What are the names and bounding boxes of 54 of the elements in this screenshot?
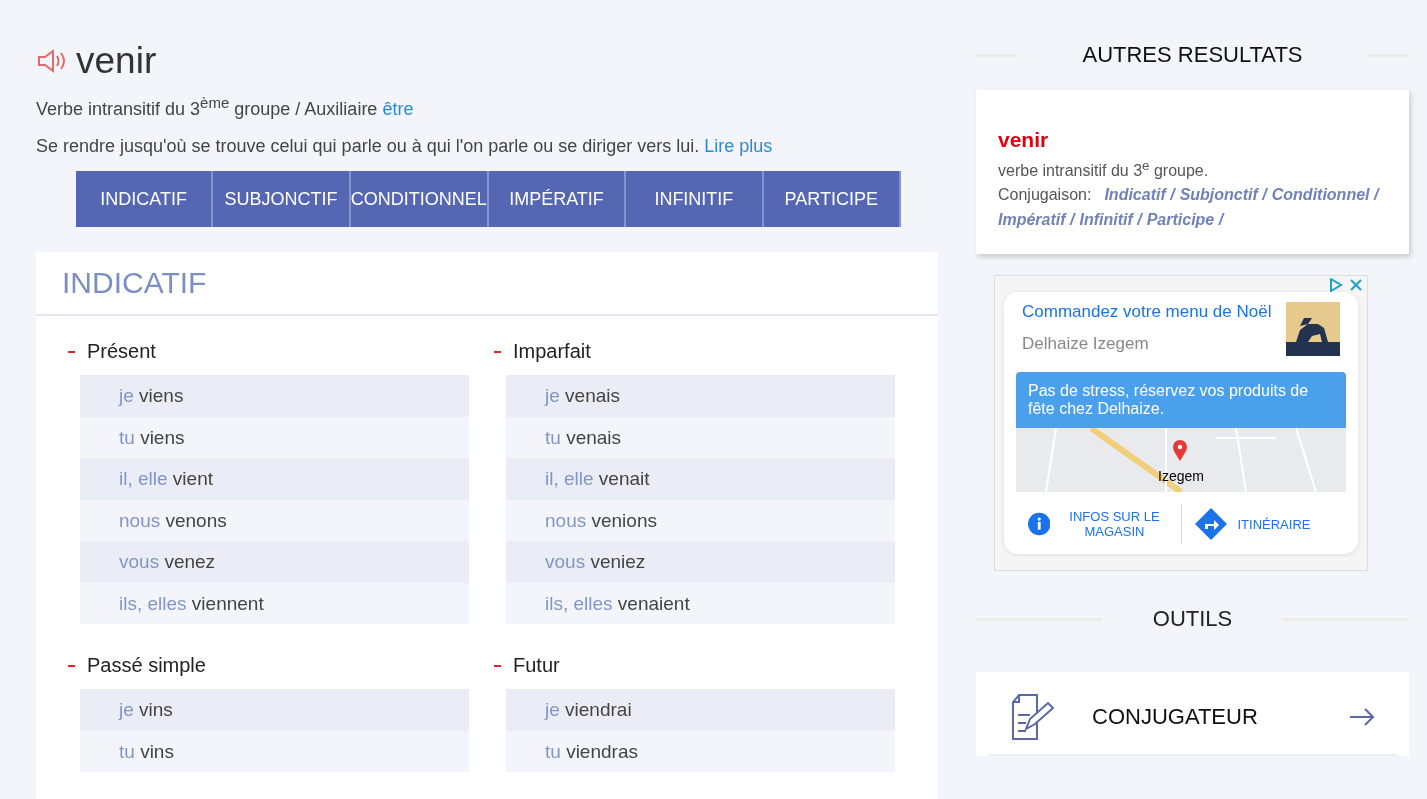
conjugation-row: tu viendras: [506, 730, 895, 772]
conjugation-row: il, elle venait: [506, 458, 895, 500]
dash-marker: [68, 350, 75, 353]
section-heading: OUTILS: [1152, 606, 1233, 633]
mood-link[interactable]: Subjonctif /: [1179, 182, 1267, 208]
map-label: Izegem: [1158, 468, 1204, 485]
conjugation-row: vous venez: [80, 541, 469, 583]
result-description: verbe intransitif du 3$^{e}$ groupe.: [998, 158, 1210, 181]
verb-definition: Se rendre jusqu'où se trouve celui qui parle ou à qui l'on parle ou se diriger vers lui. Lire plus: [36, 136, 774, 157]
section-heading: AUTRES RESULTATS: [1082, 42, 1303, 68]
dash-marker: [494, 664, 501, 667]
conjugation-label: Conjugaison:: [998, 185, 1092, 206]
conjugation-row: nous venions: [506, 499, 895, 541]
map-pin-icon: [1172, 440, 1188, 463]
mood-link[interactable]: Impératif /: [998, 207, 1075, 233]
play-icon[interactable]: [1329, 278, 1343, 293]
conjugation-row: tu vins: [80, 730, 469, 772]
conjugation-row: tu viens: [80, 416, 469, 458]
tense-title: Imparfait: [513, 340, 591, 363]
directions-icon: [1193, 507, 1228, 542]
auxiliary-link[interactable]: être: [382, 99, 414, 119]
ad-title[interactable]: Commandez votre menu de Noël: [1022, 302, 1272, 323]
conjugation-row: je venais: [506, 375, 895, 417]
close-icon[interactable]: [1349, 278, 1363, 293]
mood-link[interactable]: Infinitif /: [1079, 207, 1142, 233]
mood-tab[interactable]: CONDITIONNEL: [350, 171, 489, 227]
dash-marker: [68, 664, 75, 667]
result-word[interactable]: venir: [998, 128, 1387, 152]
conjugation-row: je viendrai: [506, 689, 895, 731]
ad-banner: Pas de stress, réservez vos produits de fête chez Delhaize.: [1016, 372, 1346, 429]
conjugation-row: je viens: [80, 375, 469, 417]
mood-heading: INDICATIF: [36, 252, 938, 316]
tense-title: Présent: [87, 340, 156, 363]
tense-title: Passé simple: [87, 654, 206, 677]
conjugation-row: je vins: [80, 689, 469, 731]
mood-link[interactable]: Indicatif /: [1104, 182, 1175, 208]
arrow-right-icon[interactable]: [1349, 708, 1375, 727]
read-more-link[interactable]: Lire plus: [704, 136, 773, 156]
conjugation-row: tu venais: [506, 416, 895, 458]
conjugation-row: vous veniez: [506, 541, 895, 583]
tool-name[interactable]: CONJUGATEUR: [1092, 704, 1313, 731]
document-pen-icon: [1010, 693, 1056, 742]
verb-info: Verbe intransitif du 3$^{ème}$ groupe / Auxiliaire être: [36, 94, 415, 120]
conjugation-row: ils, elles venaient: [506, 582, 895, 624]
advertiser-name: Delhaize Izegem: [1022, 334, 1150, 355]
dash-marker: [494, 350, 501, 353]
conjugation-row: il, elle vient: [80, 458, 469, 500]
conjugation-row: ils, elles viennent: [80, 582, 469, 624]
tense-title: Futur: [513, 654, 560, 677]
conjugation-row: nous venons: [80, 499, 469, 541]
verb-title: venir: [76, 40, 157, 82]
speaker-icon[interactable]: [36, 48, 68, 74]
mood-link[interactable]: Participe /: [1146, 207, 1224, 233]
mood-link[interactable]: Conditionnel /: [1271, 182, 1379, 208]
